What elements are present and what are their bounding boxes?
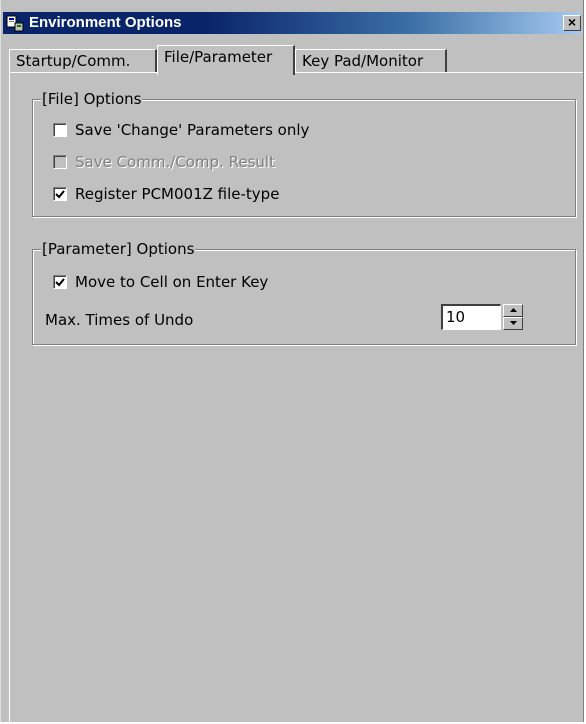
file-options-group: [File] Options Save 'Change' Parameters … xyxy=(32,90,576,217)
spin-down-button[interactable] xyxy=(503,317,523,330)
close-button[interactable]: × xyxy=(563,15,581,31)
arrow-up-icon xyxy=(510,308,517,312)
checkbox-label: Save Comm./Comp. Result xyxy=(75,153,275,171)
checkbox-box[interactable] xyxy=(53,275,67,289)
checkbox-box[interactable] xyxy=(53,187,67,201)
parameter-options-group: [Parameter] Options Move to Cell on Ente… xyxy=(32,240,576,345)
checkbox-label: Move to Cell on Enter Key xyxy=(75,273,269,291)
environment-options-dialog: Environment Options × Startup/Comm. File… xyxy=(0,0,584,724)
tab-key-pad-monitor[interactable]: Key Pad/Monitor xyxy=(295,49,447,73)
checkmark-icon xyxy=(55,190,65,199)
window-title: Environment Options xyxy=(29,14,182,31)
tab-strip: Startup/Comm. File/Parameter Key Pad/Mon… xyxy=(9,45,579,75)
checkbox-box xyxy=(53,155,67,169)
title-bar[interactable]: Environment Options × xyxy=(3,12,581,34)
max-undo-spinner[interactable] xyxy=(503,304,523,330)
file-options-title: [File] Options xyxy=(41,90,143,108)
max-undo-label: Max. Times of Undo xyxy=(45,311,194,329)
arrow-down-icon xyxy=(510,321,517,325)
checkbox-label: Save 'Change' Parameters only xyxy=(75,121,310,139)
tab-file-parameter[interactable]: File/Parameter xyxy=(157,45,295,75)
tab-startup-comm[interactable]: Startup/Comm. xyxy=(9,49,157,73)
parameter-options-title: [Parameter] Options xyxy=(41,240,196,258)
close-icon: × xyxy=(567,14,577,30)
checkbox-label: Register PCM001Z file-type xyxy=(75,185,280,203)
app-icon xyxy=(6,14,24,32)
max-undo-input[interactable]: 10 xyxy=(441,304,501,330)
checkmark-icon xyxy=(55,278,65,287)
spin-up-button[interactable] xyxy=(503,304,523,317)
file-parameter-panel: [File] Options Save 'Change' Parameters … xyxy=(9,72,583,724)
tab-label: File/Parameter xyxy=(164,48,273,66)
tab-label: Key Pad/Monitor xyxy=(302,52,424,70)
checkbox-box[interactable] xyxy=(53,123,67,137)
tab-label: Startup/Comm. xyxy=(16,52,131,70)
